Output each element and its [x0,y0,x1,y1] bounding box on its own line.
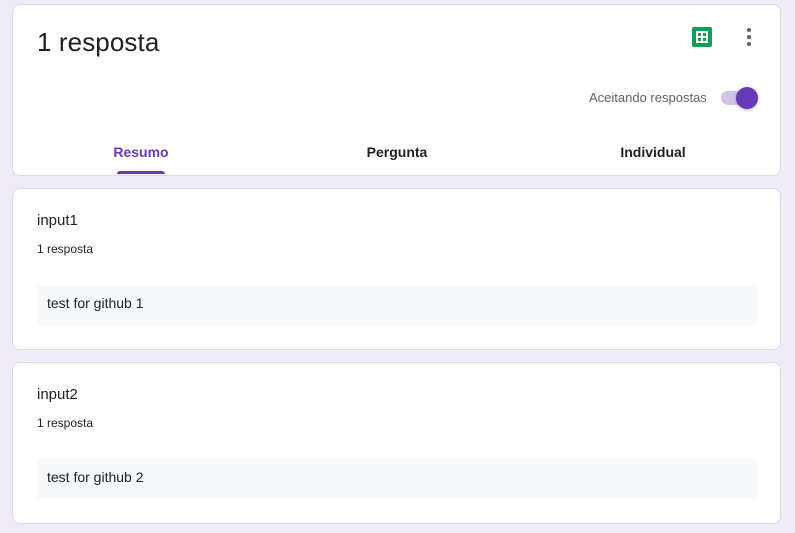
question-card: input1 1 resposta test for github 1 [12,188,781,350]
accepting-responses-toggle[interactable] [719,86,759,110]
answer-item: test for github 2 [37,459,757,499]
tab-individual[interactable]: Individual [549,135,757,176]
response-count: 1 resposta [37,242,94,256]
question-card: input2 1 resposta test for github 2 [12,362,781,524]
responses-header-card: 1 resposta Aceitando respostas Resumo Pe… [12,4,781,176]
answer-item: test for github 1 [37,285,757,325]
google-sheets-icon [692,27,712,47]
active-tab-indicator [117,171,165,174]
more-vert-icon [747,28,751,46]
tab-resumo[interactable]: Resumo [37,135,245,176]
accepting-responses-label: Aceitando respostas [589,90,707,105]
question-title: input2 [37,386,78,403]
toggle-thumb [736,87,758,109]
page-title: 1 resposta [37,27,160,57]
question-title: input1 [37,212,78,229]
more-options-button[interactable] [739,25,759,49]
sheets-button[interactable] [692,27,712,47]
response-count: 1 resposta [37,416,94,430]
tab-pergunta[interactable]: Pergunta [293,135,501,176]
